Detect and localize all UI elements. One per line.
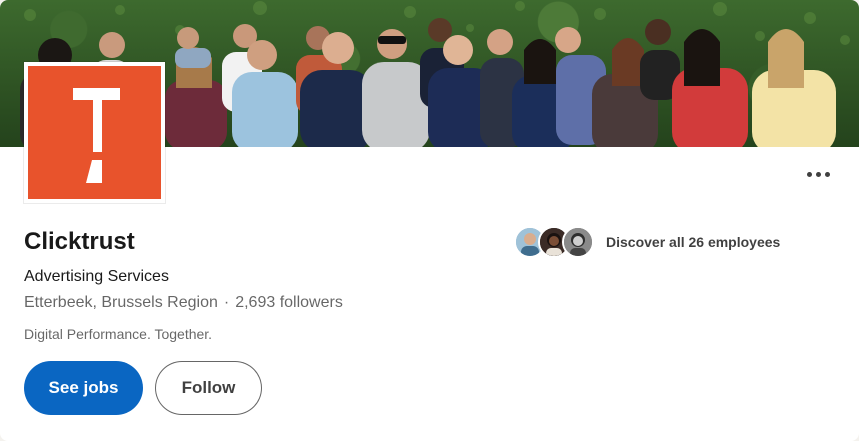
company-location: Etterbeek, Brussels Region: [24, 294, 218, 311]
employee-avatars: [514, 226, 594, 258]
avatar: [562, 226, 594, 258]
company-name: Clicktrust: [24, 228, 135, 255]
more-horizontal-icon-dot: [815, 171, 821, 177]
company-meta: Etterbeek, Brussels Region · 2,693 followe…: [24, 294, 343, 312]
more-horizontal-icon: [806, 171, 812, 177]
company-industry: Advertising Services: [24, 268, 169, 285]
more-options-button[interactable]: [798, 158, 838, 190]
company-logo-mark: [28, 66, 161, 199]
clicktrust-logo-icon: [73, 88, 120, 183]
more-horizontal-icon-dot: [824, 171, 830, 177]
discover-employees-label[interactable]: Discover all 26 employees: [606, 234, 780, 250]
company-followers[interactable]: 2,693 followers: [235, 294, 343, 311]
see-jobs-button[interactable]: See jobs: [24, 361, 143, 415]
meta-separator: ·: [223, 294, 230, 311]
avatar-photo: [564, 228, 592, 256]
company-tagline: Digital Performance. Together.: [24, 326, 213, 342]
company-card: Clicktrust Advertising Services Etterbee…: [0, 0, 859, 441]
follow-button[interactable]: Follow: [155, 361, 262, 415]
discover-employees-link[interactable]: Discover all 26 employees: [514, 225, 780, 259]
company-logo[interactable]: [24, 62, 165, 203]
